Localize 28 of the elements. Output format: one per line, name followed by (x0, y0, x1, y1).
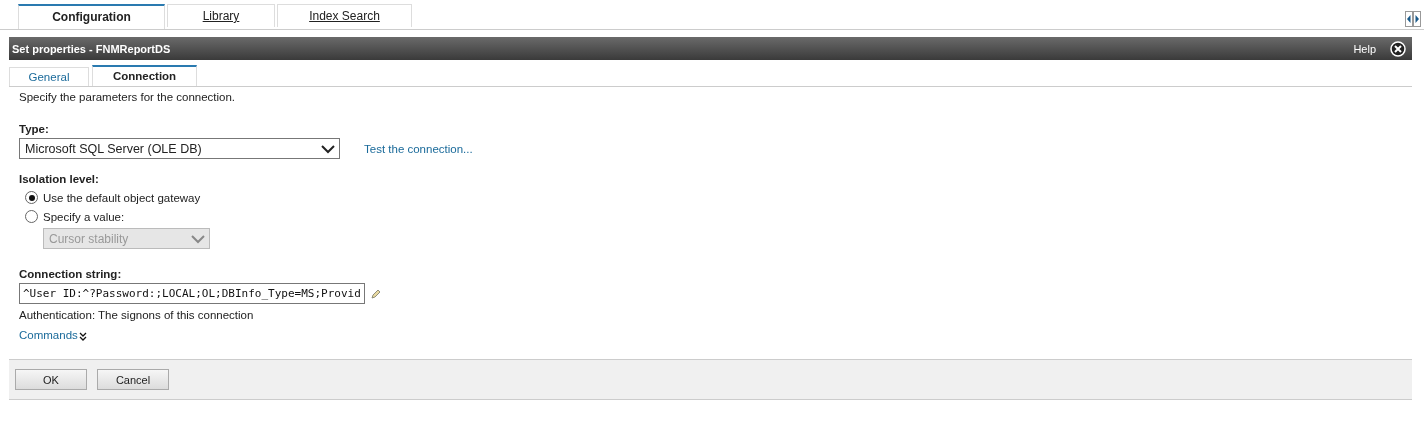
radio-button[interactable] (25, 191, 38, 204)
commands-link[interactable]: Commands (19, 329, 78, 341)
authentication-text: Authentication: The signons of this connection (19, 309, 255, 321)
help-link[interactable]: Help (1353, 42, 1376, 55)
expand-chevron-icon[interactable] (78, 332, 87, 341)
dialog-button[interactable]: OK (15, 369, 87, 390)
chevron-down-icon (321, 144, 335, 154)
tab[interactable]: Configuration (18, 4, 165, 29)
tab-scroll-arrows-icon[interactable] (1405, 11, 1421, 27)
instruction-text: Specify the parameters for the connection. (19, 91, 237, 103)
tab[interactable]: General (9, 67, 89, 86)
test-connection-link[interactable]: Test the connection... (364, 142, 473, 155)
type-dropdown[interactable]: Microsoft SQL Server (OLE DB) (19, 138, 340, 159)
pencil-icon[interactable] (370, 288, 381, 299)
close-icon[interactable] (1390, 40, 1406, 57)
field-label: Connection string: (19, 268, 123, 280)
tab[interactable]: Library (167, 4, 275, 27)
tab[interactable]: Index Search (277, 4, 412, 27)
chevron-down-icon (191, 234, 205, 244)
field-label: Type: (19, 123, 50, 135)
radio-label: Specify a value: (43, 210, 125, 223)
radio-label: Use the default object gateway (43, 191, 201, 204)
dialog-button[interactable]: Cancel (97, 369, 169, 390)
connection-string-field[interactable]: ^User ID:^?Password:;LOCAL;OL;DBInfo_Type=MS;Provid (19, 283, 365, 304)
tab[interactable]: Connection (92, 65, 197, 86)
field-label: Isolation level: (19, 173, 100, 185)
dialog-title: Set properties - FNMReportDS (12, 42, 172, 55)
radio-button[interactable] (25, 210, 38, 223)
